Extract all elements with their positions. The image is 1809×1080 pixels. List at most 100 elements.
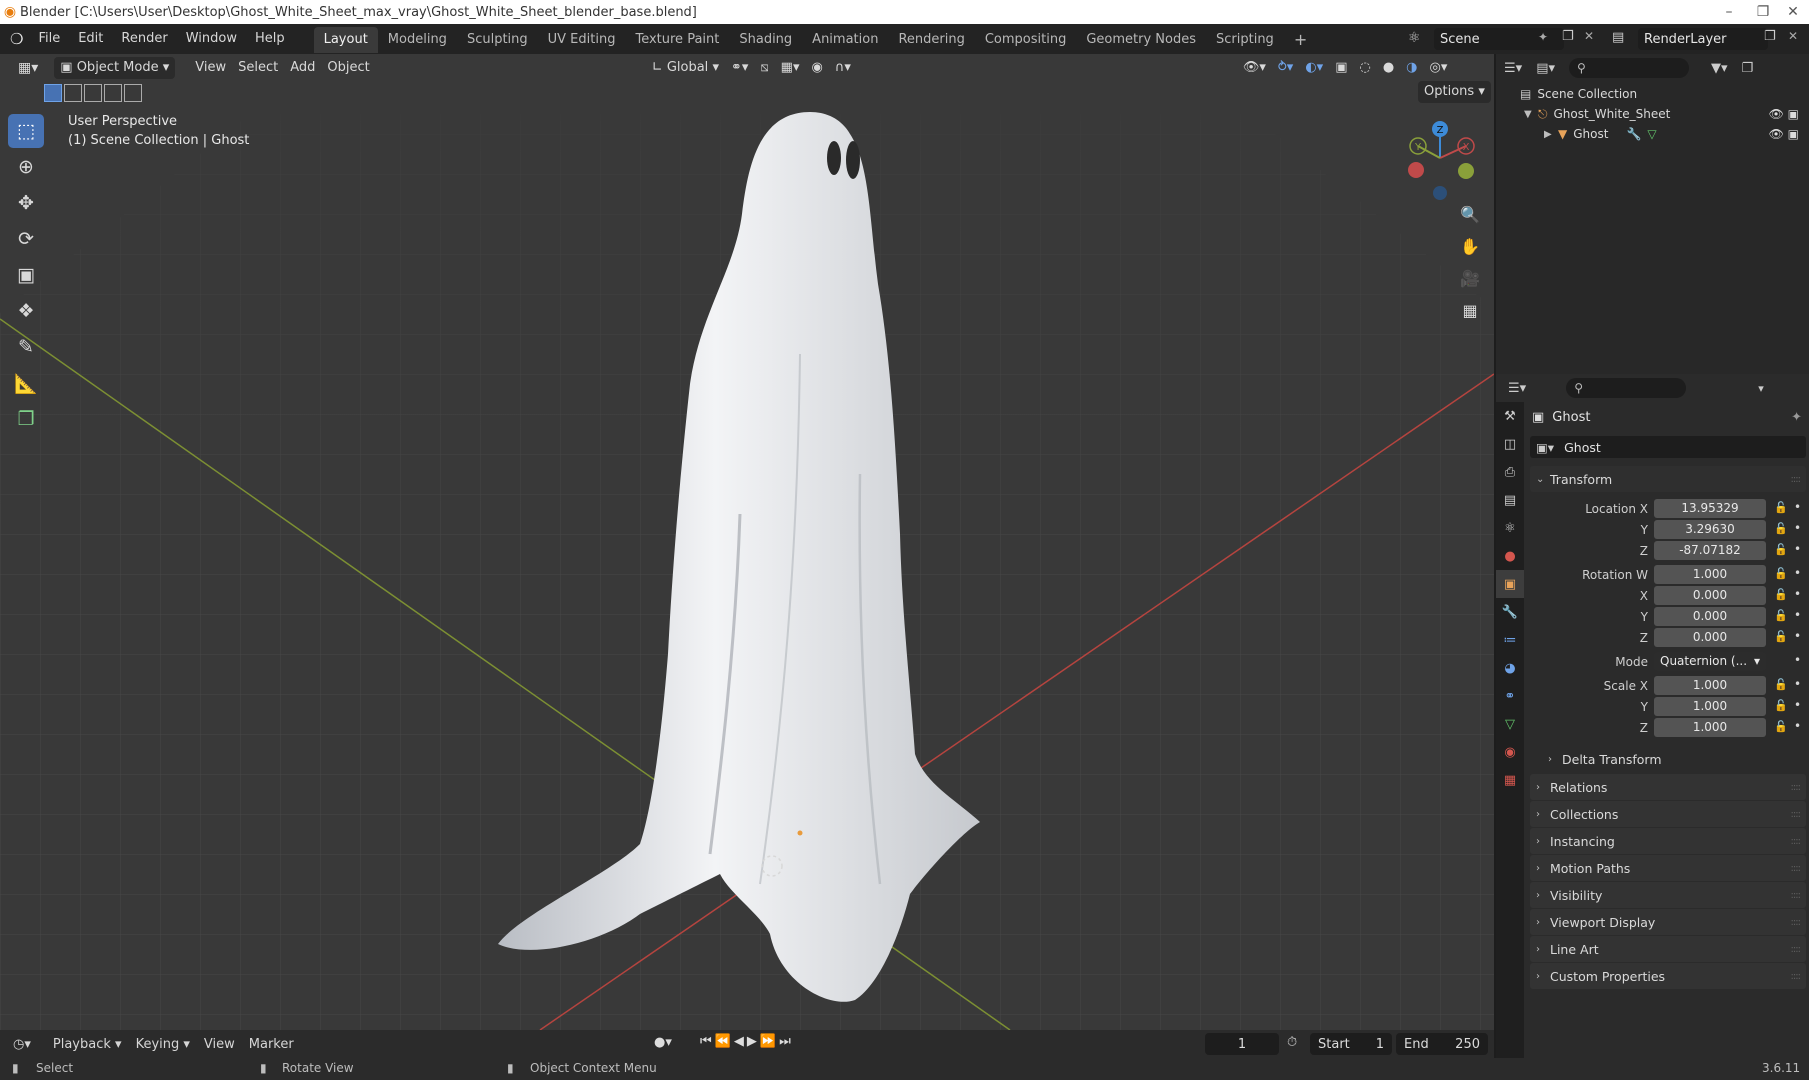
shading-material-icon[interactable]: ◑ xyxy=(1400,57,1423,79)
timeline-menu-marker[interactable]: Marker xyxy=(242,1037,301,1052)
navigation-gizmo[interactable]: Z X Y xyxy=(1400,118,1480,208)
menu-edit[interactable]: Edit xyxy=(69,24,112,54)
scale-z-field[interactable]: 1.000 xyxy=(1654,718,1766,737)
select-subtract-icon[interactable] xyxy=(84,84,102,102)
keyframe-dot-icon[interactable]: • xyxy=(1794,521,1801,535)
options-dropdown[interactable]: Options ▾ xyxy=(1418,81,1491,103)
custom-properties-panel-header[interactable]: › Custom Properties :::: xyxy=(1530,963,1806,989)
menu-file[interactable]: File xyxy=(29,24,69,54)
view-layer-selector[interactable]: RenderLayer xyxy=(1638,28,1768,50)
move-tool-icon[interactable]: ✥ xyxy=(8,186,44,220)
display-mode-icon[interactable]: ▤▾ xyxy=(1536,61,1555,76)
3d-viewport[interactable]: ▦▾ ▣ Object Mode ▾ View Select Add Objec… xyxy=(0,54,1494,1030)
record-icon[interactable]: ●▾ xyxy=(654,1035,672,1050)
location-x-field[interactable]: 13.95329 xyxy=(1654,499,1766,518)
drag-grip-icon[interactable]: :::: xyxy=(1791,863,1802,874)
add-cube-tool-icon[interactable]: ❐ xyxy=(8,402,44,436)
select-extend-icon[interactable] xyxy=(64,84,82,102)
add-workspace-button[interactable]: + xyxy=(1284,27,1317,53)
viewport-menu-add[interactable]: Add xyxy=(284,57,321,79)
shading-wireframe-icon[interactable]: ◌ xyxy=(1353,57,1376,79)
rotation-mode-dropdown[interactable]: Quaternion (... ▾ xyxy=(1654,652,1766,671)
current-frame-field[interactable]: 1 xyxy=(1205,1033,1279,1055)
tab-animation[interactable]: Animation xyxy=(802,27,888,53)
tab-output-icon[interactable]: ⎙ xyxy=(1496,458,1524,486)
gizmo-neg-x[interactable] xyxy=(1408,162,1424,178)
close-button[interactable]: ✕ xyxy=(1770,0,1809,24)
outliner-row-ghost-white-sheet[interactable]: ▼ ⎋ Ghost_White_Sheet 👁 ▣ xyxy=(1496,104,1809,124)
zoom-icon[interactable]: 🔍 xyxy=(1455,199,1485,229)
tab-modifier-icon[interactable]: 🔧 xyxy=(1496,598,1524,626)
visibility-eye-icon[interactable]: 👁 ▣ xyxy=(1769,107,1799,121)
falloff-icon[interactable]: ∩▾ xyxy=(829,57,857,79)
object-datablock-icon[interactable]: ▣▾ xyxy=(1536,440,1554,455)
collections-panel-header[interactable]: › Collections :::: xyxy=(1530,801,1806,827)
timeline-menu-playback[interactable]: Playback ▾ xyxy=(46,1037,129,1052)
drag-grip-icon[interactable]: :::: xyxy=(1791,944,1802,955)
keyframe-dot-icon[interactable]: • xyxy=(1794,566,1801,580)
outliner-search-input[interactable]: ⚲ xyxy=(1569,58,1689,78)
lock-icon[interactable]: 🔓 xyxy=(1774,699,1788,712)
tab-world-icon[interactable]: ● xyxy=(1496,542,1524,570)
snap-icon[interactable]: ⧅ xyxy=(754,57,774,79)
outliner-row-ghost[interactable]: ▶ ▼ Ghost 🔧 ▽ 👁 ▣ xyxy=(1496,124,1809,144)
rotation-x-field[interactable]: 0.000 xyxy=(1654,586,1766,605)
tab-scripting[interactable]: Scripting xyxy=(1206,27,1284,53)
scale-x-field[interactable]: 1.000 xyxy=(1654,676,1766,695)
drag-grip-icon[interactable]: :::: xyxy=(1791,782,1802,793)
gizmo-toggle-icon[interactable]: ⥁▾ xyxy=(1272,57,1299,79)
properties-editor-icon[interactable]: ☰▾ xyxy=(1508,381,1526,396)
start-frame-field[interactable]: Start 1 xyxy=(1310,1033,1392,1055)
annotate-tool-icon[interactable]: ✎ xyxy=(8,330,44,364)
mesh-data-icon[interactable]: ▽ xyxy=(1647,127,1656,141)
camera-view-icon[interactable]: 🎥 xyxy=(1455,263,1485,293)
new-collection-icon[interactable]: ❐ xyxy=(1742,61,1754,76)
drag-grip-icon[interactable]: :::: xyxy=(1791,809,1802,820)
select-intersect-icon[interactable] xyxy=(124,84,142,102)
pin-icon[interactable]: ✦ xyxy=(1538,30,1548,44)
lock-icon[interactable]: 🔓 xyxy=(1774,609,1788,622)
lock-icon[interactable]: 🔓 xyxy=(1774,720,1788,733)
transform-panel-header[interactable]: ⌄ Transform :::: xyxy=(1530,466,1806,492)
chevron-down-icon[interactable]: ▾ xyxy=(1758,382,1764,395)
delete-view-layer-icon[interactable]: ✕ xyxy=(1788,29,1798,43)
tab-texture-paint[interactable]: Texture Paint xyxy=(625,27,729,53)
visibility-icon[interactable]: 👁▾ xyxy=(1237,57,1272,79)
pivot-point-icon[interactable]: ⚭▾ xyxy=(725,57,754,79)
drag-grip-icon[interactable]: :::: xyxy=(1791,971,1802,982)
cursor-tool-icon[interactable]: ⊕ xyxy=(8,150,44,184)
viewport-display-panel-header[interactable]: › Viewport Display :::: xyxy=(1530,909,1806,935)
tab-particles-icon[interactable]: ≔ xyxy=(1496,626,1524,654)
tab-physics-icon[interactable]: ◕ xyxy=(1496,654,1524,682)
blender-menu-icon[interactable]: ❍ xyxy=(0,24,29,54)
delete-scene-icon[interactable]: ✕ xyxy=(1584,29,1594,43)
tab-shading[interactable]: Shading xyxy=(729,27,802,53)
timeline-menu-view[interactable]: View xyxy=(197,1037,242,1052)
keyframe-dot-icon[interactable]: • xyxy=(1794,542,1801,556)
outliner-editor-icon[interactable]: ☰▾ xyxy=(1504,61,1522,76)
relations-panel-header[interactable]: › Relations :::: xyxy=(1530,774,1806,800)
timeline-editor-icon[interactable]: ◷▾ xyxy=(6,1037,38,1052)
location-z-field[interactable]: -87.07182 xyxy=(1654,541,1766,560)
select-new-icon[interactable] xyxy=(44,84,62,102)
instancing-panel-header[interactable]: › Instancing :::: xyxy=(1530,828,1806,854)
lock-icon[interactable]: 🔓 xyxy=(1774,678,1788,691)
menu-render[interactable]: Render xyxy=(112,24,176,54)
keyframe-dot-icon[interactable]: • xyxy=(1794,629,1801,643)
new-view-layer-icon[interactable]: ❐ xyxy=(1764,29,1776,44)
object-datablock-field[interactable]: ▣▾ Ghost xyxy=(1530,436,1806,458)
gizmo-neg-y[interactable] xyxy=(1458,163,1474,179)
tab-view-layer-icon[interactable]: ▤ xyxy=(1496,486,1524,514)
select-box-tool-icon[interactable]: ⬚ xyxy=(8,114,44,148)
tab-geometry-nodes[interactable]: Geometry Nodes xyxy=(1076,27,1206,53)
delta-transform-subpanel[interactable]: › Delta Transform xyxy=(1530,746,1806,772)
location-y-field[interactable]: 3.29630 xyxy=(1654,520,1766,539)
filter-icon[interactable]: ▼▾ xyxy=(1711,61,1728,76)
tab-tool-icon[interactable]: ⚒ xyxy=(1496,402,1524,430)
lock-icon[interactable]: 🔓 xyxy=(1774,522,1788,535)
lock-icon[interactable]: 🔓 xyxy=(1774,567,1788,580)
tab-material-icon[interactable]: ◉ xyxy=(1496,738,1524,766)
select-invert-icon[interactable] xyxy=(104,84,122,102)
measure-tool-icon[interactable]: 📐 xyxy=(8,366,44,400)
collapse-chevron-icon[interactable]: ▼ xyxy=(1524,109,1538,120)
